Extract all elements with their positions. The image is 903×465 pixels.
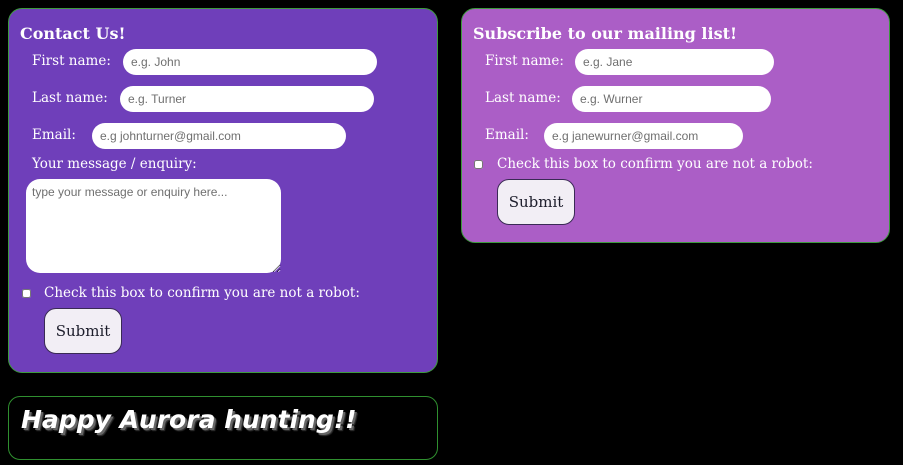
subscribe-robot-label: Check this box to confirm you are not a … <box>497 156 813 172</box>
subscribe-first-name-label: First name: <box>485 53 564 69</box>
aurora-banner: Happy Aurora hunting!! <box>8 396 438 460</box>
contact-message-textarea[interactable] <box>26 179 281 273</box>
subscribe-submit-button[interactable]: Submit <box>497 179 575 225</box>
contact-robot-checkbox[interactable] <box>22 289 31 298</box>
subscribe-first-name-input[interactable] <box>575 49 774 75</box>
contact-submit-button[interactable]: Submit <box>44 308 122 354</box>
contact-message-label: Your message / enquiry: <box>32 156 197 172</box>
banner-text: Happy Aurora hunting!! <box>21 405 357 434</box>
subscribe-email-input[interactable] <box>544 123 743 149</box>
subscribe-last-name-input[interactable] <box>572 86 771 112</box>
subscribe-form-panel: Subscribe to our mailing list! First nam… <box>461 8 890 243</box>
contact-form-panel: Contact Us! First name: Last name: Email… <box>8 8 438 373</box>
subscribe-email-label: Email: <box>485 127 529 143</box>
contact-email-label: Email: <box>32 127 76 143</box>
contact-form-title: Contact Us! <box>20 24 126 43</box>
contact-last-name-input[interactable] <box>120 86 374 112</box>
contact-robot-label: Check this box to confirm you are not a … <box>44 285 360 301</box>
contact-first-name-input[interactable] <box>123 49 377 75</box>
contact-email-input[interactable] <box>92 123 346 149</box>
subscribe-robot-checkbox[interactable] <box>474 160 483 169</box>
contact-first-name-label: First name: <box>32 53 111 69</box>
subscribe-last-name-label: Last name: <box>485 90 561 106</box>
contact-last-name-label: Last name: <box>32 90 108 106</box>
subscribe-form-title: Subscribe to our mailing list! <box>473 24 738 43</box>
